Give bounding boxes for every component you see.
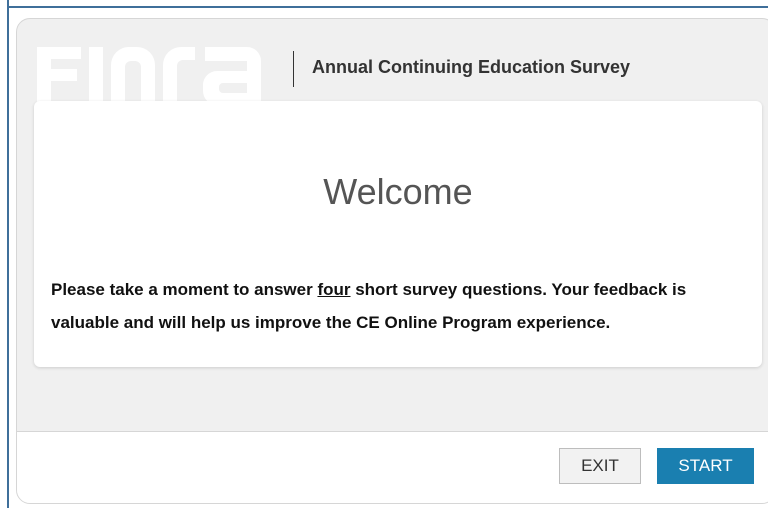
message-part-1: Please take a moment to answer bbox=[51, 280, 318, 299]
window-left-border bbox=[7, 0, 9, 508]
message-underlined-count: four bbox=[317, 280, 351, 299]
welcome-heading: Welcome bbox=[323, 171, 473, 212]
welcome-message: Please take a moment to answer four shor… bbox=[51, 273, 751, 339]
dialog-footer: EXIT START bbox=[17, 431, 768, 503]
start-button[interactable]: START bbox=[657, 448, 754, 484]
window-top-border bbox=[7, 6, 768, 8]
survey-dialog: Annual Continuing Education Survey Welco… bbox=[16, 18, 768, 504]
header-divider bbox=[293, 51, 294, 87]
survey-title: Annual Continuing Education Survey bbox=[312, 57, 631, 77]
exit-button[interactable]: EXIT bbox=[559, 448, 641, 484]
welcome-card: Welcome Please take a moment to answer f… bbox=[34, 101, 762, 367]
